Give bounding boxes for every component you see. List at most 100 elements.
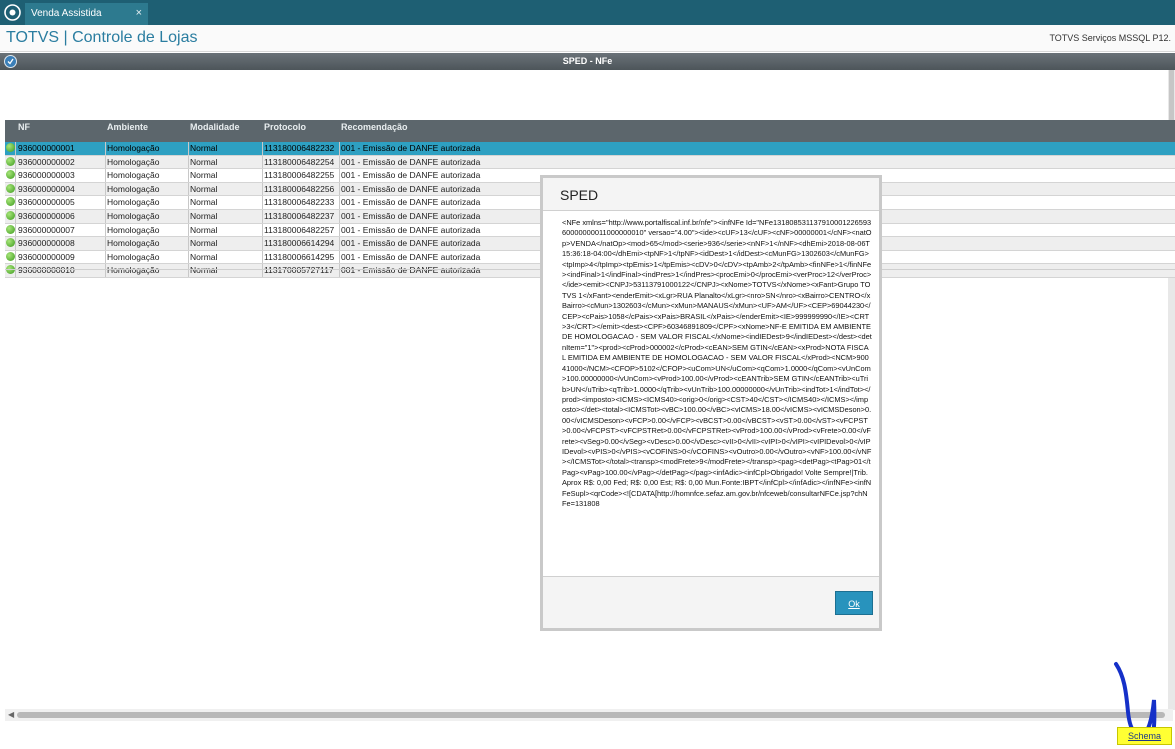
cell-nf: 936000000010	[18, 265, 75, 276]
table-row[interactable]: 936000000002 Homologação Normal 11318000648…	[5, 155, 1175, 170]
cell-separator	[188, 264, 189, 277]
column-header-ambiente[interactable]: Ambiente	[107, 122, 148, 132]
cell-separator	[339, 169, 340, 182]
cell-separator	[339, 223, 340, 237]
window-icon[interactable]	[4, 55, 17, 68]
status-green-icon	[6, 251, 15, 261]
cell-separator	[188, 237, 189, 250]
cell-separator	[262, 155, 263, 169]
column-header-nf[interactable]: NF	[18, 122, 30, 132]
cell-separator	[262, 142, 263, 155]
cell-separator	[105, 264, 106, 277]
cell-protocolo: 113180006482257	[264, 224, 335, 235]
window-title-bar: SPED - NFe	[0, 53, 1175, 70]
cell-nf: 936000000003	[18, 170, 75, 181]
cell-protocolo: 113180006482233	[264, 197, 335, 208]
cell-recomendacao: 001 - Emissão de DANFE autorizada	[341, 197, 481, 208]
horizontal-scrollbar[interactable]: ◀	[5, 709, 1173, 721]
column-header-protocolo[interactable]: Protocolo	[264, 122, 306, 132]
top-bar: Venda Assistida [02.9.0012] ×	[0, 0, 1175, 40]
cell-separator	[188, 182, 189, 196]
cell-separator	[262, 250, 263, 264]
cell-separator	[188, 196, 189, 209]
cell-modalidade: Normal	[190, 265, 218, 276]
scrollbar-thumb[interactable]	[17, 712, 1165, 718]
cell-modalidade: Normal	[190, 197, 218, 208]
dialog-body[interactable]: <NFe xmlns="http://www.portalfiscal.inf.…	[543, 210, 879, 577]
cell-ambiente: Homologação	[107, 210, 160, 221]
cell-ambiente: Homologação	[107, 197, 160, 208]
cell-separator	[262, 237, 263, 250]
cell-protocolo: 113180006482254	[264, 156, 335, 167]
cell-separator	[188, 155, 189, 169]
cell-separator	[188, 209, 189, 223]
cell-modalidade: Normal	[190, 170, 218, 181]
column-header-recomendacao[interactable]: Recomendação	[341, 122, 408, 132]
cell-recomendacao: 001 - Emissão de DANFE autorizada	[341, 170, 481, 181]
cell-separator	[339, 250, 340, 264]
table-row[interactable]: 936000000001 Homologação Normal 11318000648…	[5, 142, 1175, 156]
cell-recomendacao: 001 - Emissão de DANFE autorizada	[341, 224, 481, 235]
cell-separator	[105, 182, 106, 196]
cell-separator	[262, 169, 263, 182]
cell-separator	[15, 223, 16, 237]
cell-protocolo: 113180006482237	[264, 210, 335, 221]
grid-header: NF Ambiente Modalidade Protocolo Recomen…	[5, 120, 1175, 142]
cell-separator	[188, 223, 189, 237]
cell-separator	[262, 264, 263, 277]
cell-ambiente: Homologação	[107, 156, 160, 167]
cell-ambiente: Homologação	[107, 265, 160, 276]
status-green-icon	[6, 197, 15, 207]
cell-protocolo: 113180006482232	[264, 143, 335, 153]
cell-separator	[339, 196, 340, 209]
window-title: SPED - NFe	[562, 56, 613, 66]
cell-separator	[15, 155, 16, 169]
app-header: TOTVS | Controle de Lojas TOTVS Serviços…	[0, 25, 1175, 52]
cell-protocolo: 113180006614294	[264, 238, 335, 249]
column-header-modalidade[interactable]: Modalidade	[190, 122, 240, 132]
cell-nf: 936000000006	[18, 210, 75, 221]
cell-separator	[188, 250, 189, 264]
cell-separator	[15, 182, 16, 196]
cell-ambiente: Homologação	[107, 183, 160, 194]
cell-separator	[15, 237, 16, 250]
status-green-icon	[6, 224, 15, 234]
cell-recomendacao: 001 - Emissão de DANFE autorizada	[341, 156, 481, 167]
cell-recomendacao: 001 - Emissão de DANFE autorizada	[341, 183, 481, 194]
cell-separator	[105, 169, 106, 182]
status-green-icon	[6, 183, 15, 193]
cell-separator	[339, 182, 340, 196]
cell-modalidade: Normal	[190, 183, 218, 194]
cell-modalidade: Normal	[190, 143, 218, 153]
totvs-logo-icon[interactable]	[4, 4, 21, 21]
cell-separator	[339, 209, 340, 223]
cell-protocolo: 113170005727117	[264, 265, 334, 276]
cell-ambiente: Homologação	[107, 224, 160, 235]
cell-separator	[339, 142, 340, 155]
cell-nf: 936000000007	[18, 224, 75, 235]
cell-modalidade: Normal	[190, 156, 218, 167]
scroll-left-icon[interactable]: ◀	[8, 710, 14, 719]
status-green-icon	[6, 210, 15, 220]
cell-modalidade: Normal	[190, 238, 218, 249]
cell-ambiente: Homologação	[107, 143, 160, 153]
page-title: TOTVS | Controle de Lojas	[6, 29, 198, 46]
schema-button[interactable]: Schema	[1117, 727, 1172, 745]
cell-separator	[262, 223, 263, 237]
cell-ambiente: Homologação	[107, 170, 160, 181]
cell-separator	[262, 209, 263, 223]
cell-separator	[105, 237, 106, 250]
ok-button[interactable]: Ok	[835, 591, 873, 615]
status-green-icon	[6, 238, 15, 248]
tab-venda-assistida[interactable]: Venda Assistida [02.9.0012] ×	[25, 3, 148, 40]
cell-ambiente: Homologação	[107, 238, 160, 249]
cell-separator	[339, 155, 340, 169]
cell-separator	[339, 237, 340, 250]
close-icon[interactable]: ×	[136, 3, 142, 24]
cell-separator	[15, 250, 16, 264]
cell-recomendacao: 001 - Emissão de DANFE autorizada	[341, 265, 481, 276]
cell-recomendacao: 001 - Emissão de DANFE autorizada	[341, 238, 481, 249]
cell-separator	[105, 155, 106, 169]
cell-separator	[188, 142, 189, 155]
cell-recomendacao: 001 - Emissão de DANFE autorizada	[341, 251, 481, 262]
